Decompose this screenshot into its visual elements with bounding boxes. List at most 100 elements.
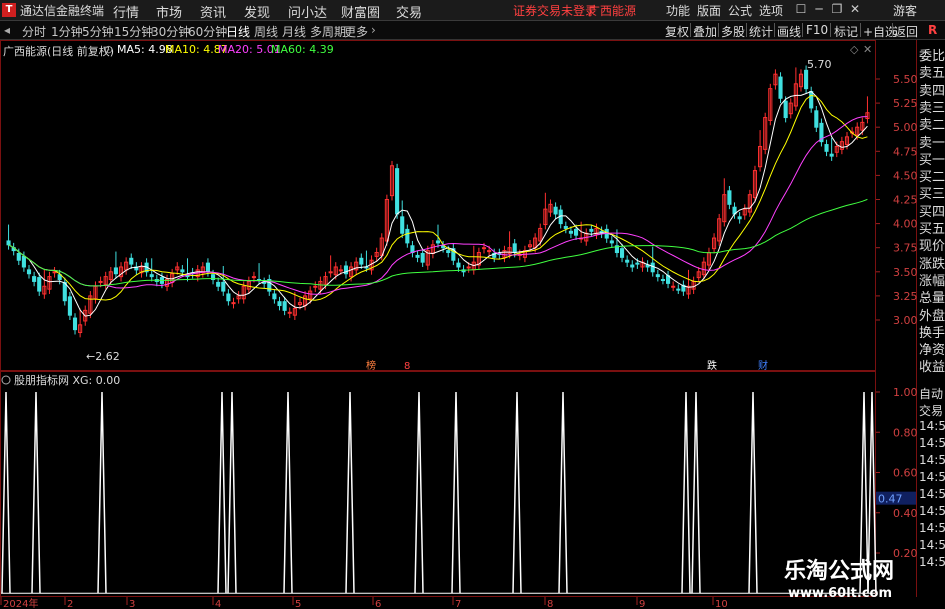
candles bbox=[6, 65, 870, 338]
quote-field-label: 买三 bbox=[919, 187, 945, 203]
candle-body bbox=[737, 216, 742, 220]
quote-field-label: 买二 bbox=[919, 170, 945, 186]
ma-lines bbox=[8, 90, 868, 317]
candle-body bbox=[313, 285, 318, 288]
signal-spike bbox=[512, 391, 522, 594]
candle-body bbox=[231, 302, 236, 305]
ind-tick-label: 0.40 bbox=[893, 507, 918, 520]
signal-spike bbox=[681, 391, 691, 594]
signal-spike bbox=[31, 391, 41, 594]
event-label: 财 bbox=[758, 359, 768, 372]
candle-body bbox=[415, 254, 420, 258]
candle-body bbox=[277, 301, 282, 307]
candle-body bbox=[487, 250, 492, 253]
trade-time-label: 14:56 bbox=[919, 521, 945, 535]
signal-spike bbox=[748, 391, 758, 594]
price-tick-label: 4.75 bbox=[893, 145, 918, 158]
candle-body bbox=[783, 100, 788, 119]
quote-field-label: 换手 bbox=[919, 325, 945, 341]
candle-body bbox=[568, 230, 573, 234]
kline-chart[interactable]: 5.50 5.25 5.00 4.75 4.50 4.25 4.00 3.75 3.50 3.25… bbox=[0, 0, 945, 609]
candle-body bbox=[359, 257, 364, 265]
quote-field-label: 买一 bbox=[919, 152, 945, 168]
candle-body bbox=[553, 206, 558, 215]
date-label: 5 bbox=[295, 599, 301, 609]
candle-body bbox=[67, 296, 72, 316]
quote-field-label: 总量 bbox=[919, 291, 945, 307]
candle-body bbox=[395, 168, 400, 215]
date-label: 9 bbox=[639, 599, 645, 609]
quote-field-label: 买五 bbox=[919, 222, 945, 237]
candle-body bbox=[676, 288, 681, 291]
indicator-chart bbox=[1, 391, 877, 594]
ind-tick-label: 0.80 bbox=[893, 426, 918, 439]
candle-body bbox=[589, 228, 594, 232]
quote-field-label: 净资 bbox=[919, 343, 945, 359]
candle-body bbox=[62, 281, 67, 302]
candle-body bbox=[630, 264, 635, 268]
trade-time-label: 14:56 bbox=[919, 453, 945, 467]
candle-body bbox=[221, 281, 226, 292]
date-label: 8 bbox=[547, 599, 553, 609]
quote-field-label: 委比 bbox=[919, 49, 945, 64]
candle-body bbox=[338, 269, 343, 272]
candle-body bbox=[272, 293, 277, 300]
trade-time-label: 14:56 bbox=[919, 538, 945, 552]
quote-field-label: 现价 bbox=[919, 239, 945, 255]
candle-body bbox=[16, 252, 21, 261]
candle-body bbox=[829, 153, 834, 157]
high-price-label: 5.70 bbox=[807, 58, 832, 71]
date-label: 7 bbox=[455, 599, 461, 609]
signal-spike bbox=[345, 391, 355, 594]
date-label: 3 bbox=[129, 599, 135, 609]
price-tick-label: 3.75 bbox=[893, 242, 918, 255]
candle-body bbox=[226, 293, 231, 302]
candle-body bbox=[37, 277, 42, 292]
date-label: 4 bbox=[215, 599, 221, 609]
candle-body bbox=[262, 281, 267, 284]
candle-body bbox=[824, 144, 829, 152]
indicator-pane-frame bbox=[0, 371, 876, 597]
candle-body bbox=[26, 269, 32, 275]
candle-body bbox=[619, 248, 625, 258]
price-tick-label: 5.25 bbox=[893, 97, 918, 110]
candle-body bbox=[405, 228, 410, 244]
signal-spike bbox=[1, 391, 11, 594]
candle-body bbox=[456, 262, 461, 268]
candle-body bbox=[251, 276, 257, 279]
candle-body bbox=[727, 190, 732, 205]
date-label: 2024年 bbox=[3, 597, 38, 609]
candle-body bbox=[671, 285, 676, 288]
candle-body bbox=[113, 267, 118, 275]
indicator-settings-icon bbox=[1, 375, 11, 385]
quote-field-label: 收益 bbox=[919, 360, 945, 376]
candle-body bbox=[52, 271, 57, 274]
event-label: 跌 bbox=[707, 359, 717, 372]
candle-body bbox=[282, 301, 287, 311]
trade-time-label: 14:56 bbox=[919, 555, 945, 569]
watermark-url: www.60lt.com bbox=[788, 586, 893, 601]
candle-body bbox=[660, 279, 666, 282]
candle-body bbox=[635, 262, 640, 265]
candle-body bbox=[98, 280, 103, 283]
trade-time-label: 14:56 bbox=[919, 504, 945, 518]
candle-body bbox=[205, 262, 210, 273]
candle-body bbox=[435, 240, 441, 244]
candle-body bbox=[446, 250, 451, 254]
candle-body bbox=[804, 69, 809, 90]
trade-time-label: 14:56 bbox=[919, 487, 945, 501]
candle-body bbox=[420, 252, 425, 263]
signal-spike bbox=[558, 391, 568, 594]
price-tick-label: 4.00 bbox=[893, 218, 918, 231]
quote-field-label: 涨幅 bbox=[919, 273, 945, 289]
event-label: 榜 bbox=[366, 359, 376, 372]
ind-tick-label: 0.60 bbox=[893, 467, 918, 480]
quote-field-label: 卖一 bbox=[919, 135, 945, 151]
trade-time-label: 自动 bbox=[919, 387, 944, 401]
signal-spike bbox=[97, 391, 107, 594]
candle-body bbox=[180, 269, 185, 273]
candle-body bbox=[466, 266, 471, 269]
trade-time-label: 14:56 bbox=[919, 419, 945, 433]
candle-body bbox=[809, 91, 814, 109]
candle-body bbox=[72, 317, 78, 331]
